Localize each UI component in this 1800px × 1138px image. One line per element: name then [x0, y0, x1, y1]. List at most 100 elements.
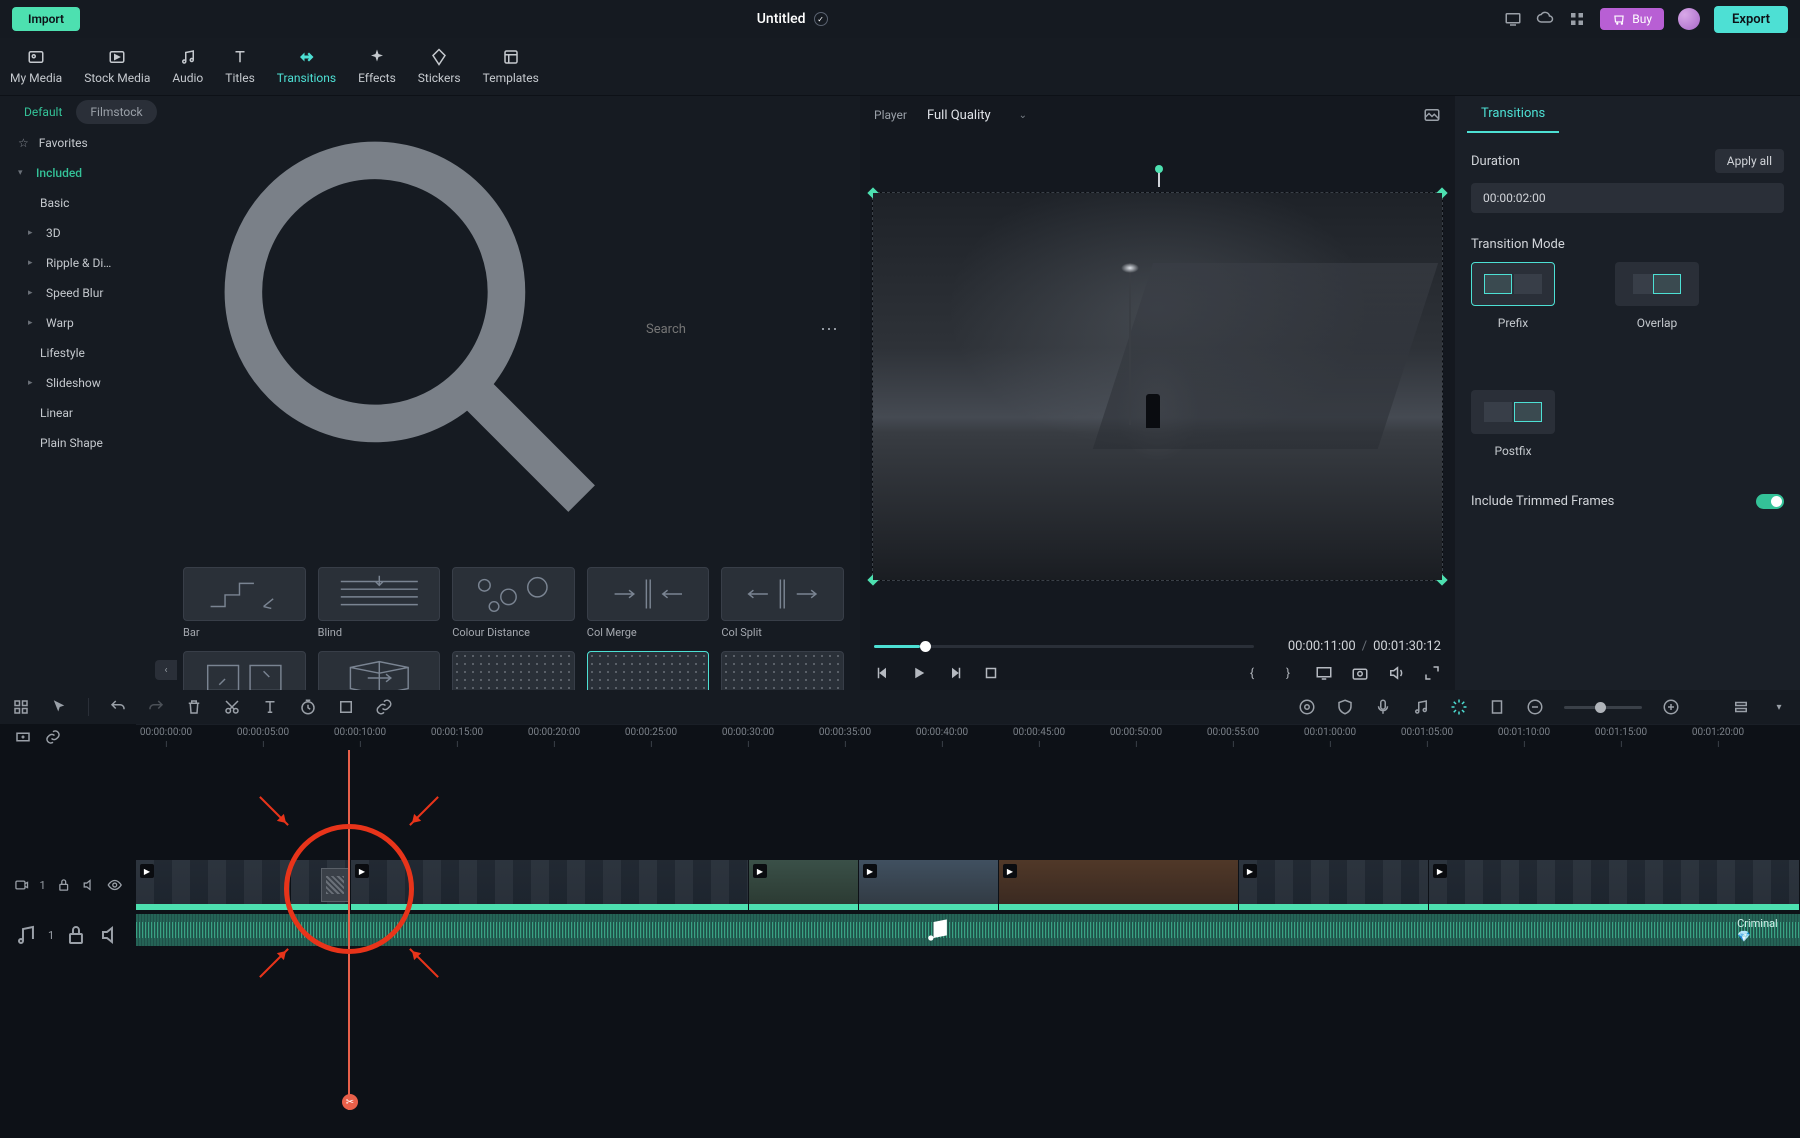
text-icon[interactable] — [261, 698, 279, 716]
layout-icon[interactable] — [12, 698, 30, 716]
view-dropdown-icon[interactable]: ▾ — [1770, 698, 1788, 716]
transition-cube[interactable]: Cube — [318, 651, 441, 690]
music-icon[interactable] — [1412, 698, 1430, 716]
snapshot-icon[interactable] — [1351, 664, 1369, 682]
cursor-icon[interactable] — [50, 698, 68, 716]
cat-basic[interactable]: Basic — [0, 188, 175, 218]
monitor-icon[interactable] — [1315, 664, 1333, 682]
nav-effects[interactable]: Effects — [358, 48, 396, 85]
zoom-out-icon[interactable] — [1526, 698, 1544, 716]
cat-warp[interactable]: ▸Warp — [0, 308, 175, 338]
view-mode-icon[interactable] — [1732, 698, 1750, 716]
nav-my-media[interactable]: My Media — [10, 48, 62, 85]
transition-bar[interactable]: Bar — [183, 567, 306, 639]
nav-titles[interactable]: Titles — [225, 48, 254, 85]
undo-icon[interactable] — [109, 698, 127, 716]
export-button[interactable]: Export — [1714, 6, 1788, 33]
mode-overlap[interactable]: Overlap — [1615, 262, 1699, 330]
frame-marker[interactable] — [1158, 171, 1160, 187]
cut-marker[interactable]: ✂ — [342, 1094, 358, 1110]
cut-icon[interactable] — [223, 698, 241, 716]
duration-input[interactable]: 00:00:02:00 — [1471, 183, 1784, 213]
eye-icon[interactable] — [107, 860, 122, 910]
cat-linear[interactable]: Linear — [0, 398, 175, 428]
video-clip[interactable]: ▶ — [136, 860, 291, 910]
trimmed-toggle[interactable] — [1756, 494, 1784, 509]
shield-icon[interactable] — [1336, 698, 1354, 716]
cat-3d[interactable]: ▸3D — [0, 218, 175, 248]
video-clip[interactable]: ▶ — [1429, 860, 1800, 910]
apply-all-button[interactable]: Apply all — [1715, 149, 1784, 173]
mode-prefix[interactable]: Prefix — [1471, 262, 1555, 330]
tab-filmstock[interactable]: Filmstock — [76, 100, 156, 124]
zoom-in-icon[interactable] — [1662, 698, 1680, 716]
picture-icon[interactable] — [1423, 106, 1441, 124]
snap-icon[interactable] — [1450, 698, 1468, 716]
video-clip[interactable]: ▶ — [749, 860, 859, 910]
nav-transitions[interactable]: Transitions — [277, 48, 336, 85]
progress-bar[interactable] — [874, 645, 1254, 648]
tab-default[interactable]: Default — [10, 100, 76, 124]
volume-icon[interactable] — [1387, 664, 1405, 682]
cat-ripple[interactable]: ▸Ripple & Di… — [0, 248, 175, 278]
avatar[interactable] — [1678, 8, 1700, 30]
tracks-canvas[interactable]: ✂ ▶ ▶ ▶ ▶ ▶ ▶ ▶ Criminal 💎 — [136, 750, 1800, 1110]
nav-stock-media[interactable]: Stock Media — [84, 48, 150, 85]
play-button[interactable] — [910, 664, 928, 682]
expand-icon[interactable] — [1423, 664, 1441, 682]
speed-icon[interactable] — [299, 698, 317, 716]
track-add-icon[interactable] — [14, 728, 32, 746]
cat-slideshow[interactable]: ▸Slideshow — [0, 368, 175, 398]
transition-dissolve[interactable]: Dissolve — [452, 651, 575, 690]
mic-icon[interactable] — [1374, 698, 1392, 716]
brace-right-icon[interactable]: } — [1279, 664, 1297, 682]
mute-icon[interactable] — [81, 860, 96, 910]
transition-fade[interactable]: Fade — [587, 651, 710, 690]
delete-icon[interactable] — [185, 698, 203, 716]
quality-selector[interactable]: Full Quality ⌄ — [927, 108, 1027, 123]
transition-col-merge[interactable]: Col Merge — [587, 567, 710, 639]
video-clip[interactable]: ▶ — [999, 860, 1239, 910]
cat-included[interactable]: ▾Included — [0, 158, 175, 188]
stop-button[interactable] — [982, 664, 1000, 682]
lock-icon[interactable] — [56, 860, 71, 910]
collapse-sidebar-button[interactable]: ‹ — [155, 660, 177, 680]
more-menu-icon[interactable]: ⋯ — [820, 319, 840, 340]
import-button[interactable]: Import — [12, 7, 80, 31]
lock-icon[interactable] — [64, 910, 88, 960]
video-clip[interactable]: ▶ — [859, 860, 999, 910]
mode-postfix[interactable]: Postfix — [1471, 390, 1555, 458]
marker-icon[interactable] — [1488, 698, 1506, 716]
next-frame-button[interactable] — [946, 664, 964, 682]
nav-stickers[interactable]: Stickers — [418, 48, 461, 85]
cloud-icon[interactable] — [1536, 10, 1554, 28]
video-clip[interactable]: ▶ — [351, 860, 749, 910]
link-tracks-icon[interactable] — [44, 728, 62, 746]
cat-speedblur[interactable]: ▸Speed Blur — [0, 278, 175, 308]
time-ruler[interactable]: 00:00:00:0000:00:05:0000:00:10:0000:00:1… — [136, 724, 1800, 750]
mute-icon[interactable] — [98, 910, 122, 960]
transition-indicator[interactable] — [321, 868, 349, 902]
zoom-slider[interactable] — [1564, 706, 1642, 709]
apps-icon[interactable] — [1568, 10, 1586, 28]
crop-tool-icon[interactable] — [337, 698, 355, 716]
video-clip[interactable]: ▶ — [1239, 860, 1429, 910]
transition-col-split-2[interactable]: Col Split 2 — [183, 651, 306, 690]
color-icon[interactable] — [1298, 698, 1316, 716]
link-icon[interactable] — [375, 698, 393, 716]
cat-favorites[interactable]: ☆Favorites — [0, 128, 175, 158]
buy-button[interactable]: Buy — [1600, 8, 1664, 30]
cat-plainshape[interactable]: Plain Shape — [0, 428, 175, 458]
audio-track[interactable]: Criminal 💎 — [136, 914, 1800, 946]
player-viewport[interactable] — [872, 192, 1443, 581]
search-input[interactable] — [646, 322, 812, 337]
nav-templates[interactable]: Templates — [483, 48, 539, 85]
properties-tab[interactable]: Transitions — [1467, 96, 1559, 133]
redo-icon[interactable] — [147, 698, 165, 716]
transition-col-split[interactable]: Col Split — [721, 567, 844, 639]
display-icon[interactable] — [1504, 10, 1522, 28]
playhead[interactable] — [348, 750, 350, 1110]
prev-frame-button[interactable] — [874, 664, 892, 682]
nav-audio[interactable]: Audio — [172, 48, 203, 85]
transition-colour-distance[interactable]: Colour Distance — [452, 567, 575, 639]
